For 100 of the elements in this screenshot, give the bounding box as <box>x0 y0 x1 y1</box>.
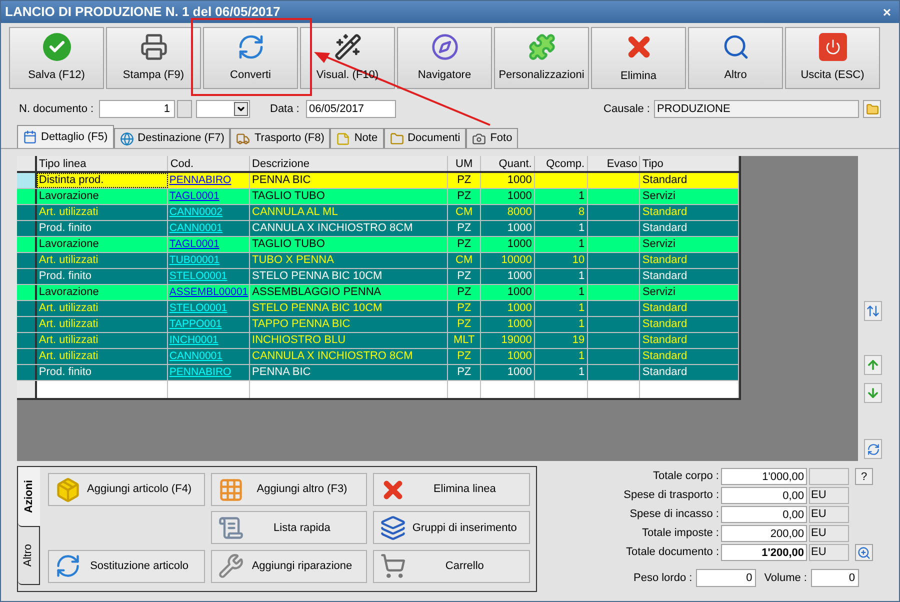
causale-field[interactable]: PRODUZIONE <box>654 100 859 118</box>
table-row[interactable]: Lavorazione ASSEMBL00001 ASSEMBLAGGIO PENNA PZ 1000 1 Servizi <box>17 285 739 301</box>
action-button[interactable]: Aggiungi articolo (F4) <box>48 473 205 506</box>
action-button[interactable]: Elimina linea <box>373 473 530 506</box>
table-cell: 10 <box>534 253 588 268</box>
table-cell: Servizi <box>640 189 740 204</box>
unit-field: EU <box>809 525 849 542</box>
move-button[interactable] <box>864 301 882 321</box>
table-row[interactable]: Prod. finito STELO0001 STELO PENNA BIC 10CM PZ 1000 1 Standard <box>17 269 739 285</box>
unit-field: EU <box>809 487 849 504</box>
side-tab[interactable]: Altro <box>18 527 40 585</box>
table-row[interactable]: Art. utilizzati TAPPO001 TAPPO PENNA BIC PZ 1000 1 Standard <box>17 317 739 333</box>
code-link[interactable]: PENNABIRO <box>169 366 232 378</box>
table-cell: PENNA BIC <box>250 365 448 380</box>
code-link[interactable]: STELO0001 <box>169 302 228 314</box>
table-row[interactable]: Distinta prod. PENNABIRO PENNA BIC PZ 1000 Standard <box>17 173 739 189</box>
code-link[interactable]: ASSEMBL00001 <box>169 286 248 298</box>
toolbar-button[interactable]: Converti <box>203 27 298 89</box>
table-cell: Standard <box>640 349 740 364</box>
action-button[interactable]: Gruppi di inserimento <box>373 511 530 544</box>
table-cell: 1000 <box>481 285 535 300</box>
toolbar-button[interactable]: Salva (F12) <box>9 27 104 89</box>
move-up-button[interactable] <box>864 355 882 375</box>
table-cell: MLT <box>448 333 482 348</box>
column-header[interactable]: Qcomp. <box>534 156 588 171</box>
series-dropdown[interactable] <box>196 100 250 118</box>
weight-field[interactable]: 0 <box>696 569 756 587</box>
toolbar-button[interactable]: Personalizzazioni <box>494 27 589 89</box>
refresh-button[interactable] <box>864 439 882 459</box>
power-icon <box>818 32 846 61</box>
folder-icon <box>866 102 878 116</box>
refresh-icon <box>866 442 880 456</box>
column-header[interactable]: Evaso <box>588 156 640 171</box>
code-link[interactable]: TAGL0001 <box>169 238 220 250</box>
tab[interactable]: Foto <box>466 128 518 148</box>
unit-field: EU <box>809 506 849 523</box>
table-cell: 19000 <box>481 333 535 348</box>
code-link[interactable]: TUB00001 <box>169 254 220 266</box>
tab[interactable]: Dettaglio (F5) <box>17 125 114 148</box>
globe-icon <box>120 132 134 146</box>
code-link[interactable]: CANN0001 <box>169 350 222 362</box>
code-link[interactable]: CANN0002 <box>169 206 222 218</box>
action-button[interactable]: Aggiungi riparazione <box>210 550 368 583</box>
code-link[interactable]: TAPPO001 <box>169 318 222 330</box>
code-link[interactable]: TAGL0001 <box>169 190 220 202</box>
toolbar-button[interactable]: Stampa (F9) <box>106 27 201 89</box>
table-row[interactable]: Prod. finito PENNABIRO PENNA BIC PZ 1000 1 Standard <box>17 365 739 381</box>
code-link[interactable]: INCH0001 <box>169 334 218 346</box>
action-button[interactable]: Sostituzione articolo <box>48 550 205 583</box>
column-header[interactable]: Tipo linea <box>36 156 168 171</box>
table-cell: 1000 <box>481 317 535 332</box>
code-link[interactable]: PENNABIRO <box>169 174 232 186</box>
tab[interactable]: Destinazione (F7) <box>114 128 230 148</box>
table-cell: 1000 <box>481 237 535 252</box>
table-cell: ASSEMBLAGGIO PENNA <box>250 285 448 300</box>
close-button[interactable]: × <box>878 2 895 22</box>
action-button[interactable]: Aggiungi altro (F3) <box>210 473 368 506</box>
row-selector[interactable] <box>17 173 37 188</box>
table-row[interactable]: Prod. finito CANN0001 CANNULA X INCHIOSTRO 8CM PZ 1000 1 Standard <box>17 221 739 237</box>
table-row[interactable]: Art. utilizzati INCH0001 INCHIOSTRO BLU MLT 19000 19 Standard <box>17 333 739 349</box>
toolbar-button[interactable]: Elimina <box>591 27 686 89</box>
action-button[interactable]: Lista rapida <box>210 511 368 544</box>
table-row[interactable]: Lavorazione TAGL0001 TAGLIO TUBO PZ 1000 1 Servizi <box>17 237 739 253</box>
tab[interactable]: Trasporto (F8) <box>230 128 330 148</box>
move-down-button[interactable] <box>864 383 882 403</box>
action-button[interactable]: Carrello <box>373 550 530 583</box>
table-cell: Art. utilizzati <box>36 349 168 364</box>
side-tab[interactable]: Azioni <box>18 467 40 527</box>
toolbar-button[interactable]: Altro <box>688 27 783 89</box>
table-row[interactable]: Lavorazione TAGL0001 TAGLIO TUBO PZ 1000 1 Servizi <box>17 189 739 205</box>
column-header[interactable]: UM <box>448 156 482 171</box>
table-row[interactable]: Art. utilizzati STELO0001 STELO PENNA BIC 10CM PZ 1000 1 Standard <box>17 301 739 317</box>
table-cell: PENNA BIC <box>250 173 448 188</box>
table-row[interactable]: Art. utilizzati CANN0002 CANNULA AL ML CM 8000 8 Standard <box>17 205 739 221</box>
table-cell: 1000 <box>481 221 535 236</box>
table-cell: PZ <box>448 301 482 316</box>
zoom-button[interactable] <box>855 544 873 561</box>
folder-button[interactable] <box>863 100 881 118</box>
code-link[interactable]: CANN0001 <box>169 222 222 234</box>
code-link[interactable]: STELO0001 <box>169 270 228 282</box>
small-button[interactable] <box>177 100 192 118</box>
help-button[interactable]: ? <box>855 468 873 485</box>
column-header[interactable]: Cod. <box>168 156 250 171</box>
column-header[interactable]: Descrizione <box>250 156 448 171</box>
total-label: Spese di incasso : <box>630 507 719 522</box>
convert-icon <box>55 553 81 580</box>
toolbar-button[interactable]: Navigatore <box>397 27 492 89</box>
note-icon <box>336 132 350 146</box>
column-header[interactable]: Tipo <box>640 156 739 171</box>
table-row[interactable]: Art. utilizzati CANN0001 CANNULA X INCHIOSTRO 8CM PZ 1000 1 Standard <box>17 349 739 365</box>
toolbar-button[interactable]: Uscita (ESC) <box>785 27 880 89</box>
tab[interactable]: Note <box>330 128 384 148</box>
date-field[interactable]: 06/05/2017 <box>306 100 396 118</box>
table-row[interactable]: Art. utilizzati TUB00001 TUBO X PENNA CM 10000 10 Standard <box>17 253 739 269</box>
table-cell: Prod. finito <box>36 269 168 284</box>
checkmark-icon <box>42 32 70 61</box>
volume-field[interactable]: 0 <box>811 569 859 587</box>
column-header[interactable]: Quant. <box>481 156 535 171</box>
tab[interactable]: Documenti <box>384 128 466 148</box>
document-number-field[interactable]: 1 <box>99 100 175 118</box>
